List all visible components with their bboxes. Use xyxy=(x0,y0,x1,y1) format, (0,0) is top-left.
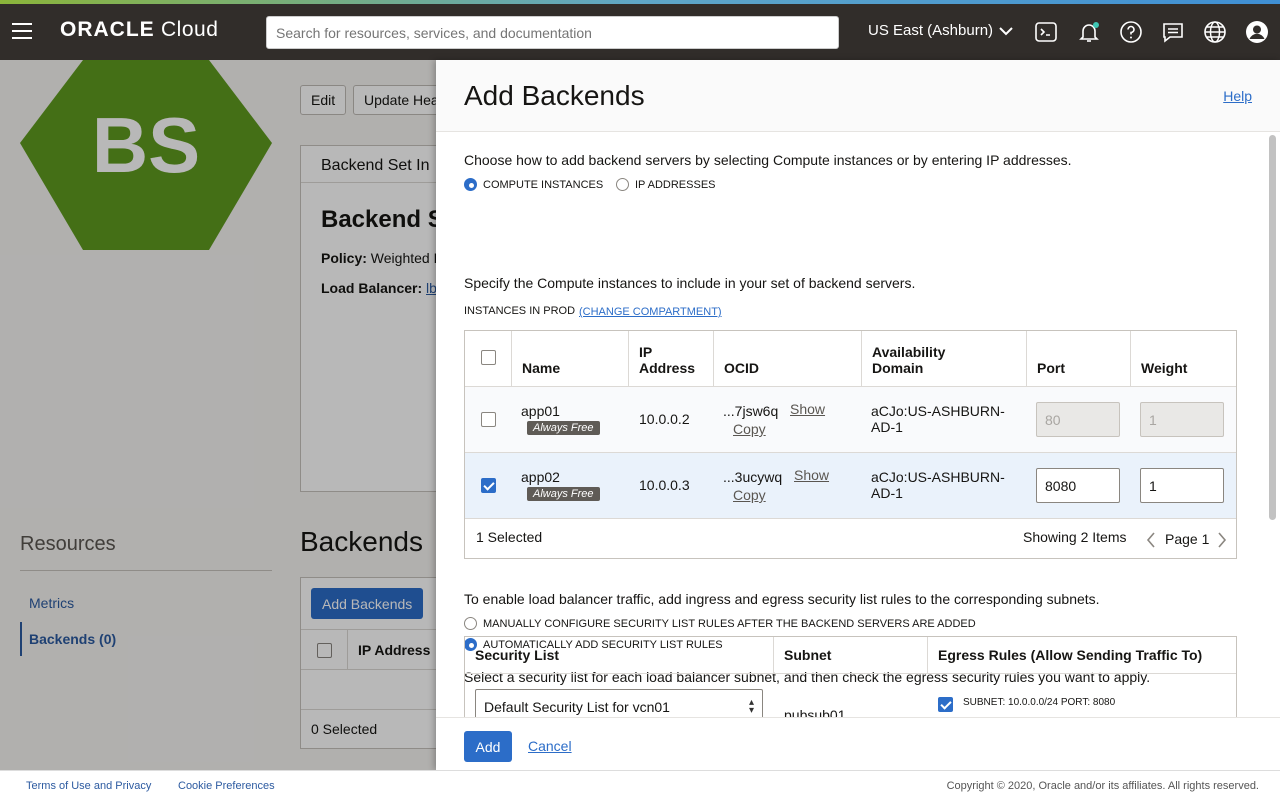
egress-rules-column-header: Egress Rules (Allow Sending Traffic To) xyxy=(928,637,1236,674)
select-arrows-icon: ▴ ▾ xyxy=(748,697,754,716)
page-footer: Terms of Use and Privacy Cookie Preferen… xyxy=(0,770,1280,800)
add-button[interactable]: Add xyxy=(464,731,512,762)
menu-icon[interactable] xyxy=(12,23,32,39)
security-table-viewport: Security List Subnet Egress Rules (Allow… xyxy=(436,132,1280,717)
user-profile-icon[interactable] xyxy=(1245,20,1269,44)
region-label: US East (Ashburn) xyxy=(868,22,994,39)
egress-rule-checkbox[interactable] xyxy=(938,697,953,712)
search-input[interactable] xyxy=(266,16,839,49)
panel-footer: Add Cancel xyxy=(436,717,1280,770)
subnet-name: pubsub01 xyxy=(784,707,846,717)
modal-backdrop[interactable] xyxy=(0,60,436,770)
cookie-preferences-link[interactable]: Cookie Preferences xyxy=(178,780,275,792)
panel-title: Add Backends xyxy=(464,80,645,111)
copyright-text: Copyright © 2020, Oracle and/or its affi… xyxy=(946,780,1259,792)
panel-scrollbar[interactable] xyxy=(1269,135,1276,520)
notifications-bell-icon[interactable] xyxy=(1077,20,1101,44)
security-list-select[interactable]: Default Security List for vcn01 ▴ ▾ xyxy=(475,689,763,717)
cloud-shell-icon[interactable] xyxy=(1034,20,1058,44)
cancel-link[interactable]: Cancel xyxy=(528,738,572,754)
region-selector[interactable]: US East (Ashburn) xyxy=(868,22,1013,39)
add-backends-panel: Add Backends Help Choose how to add back… xyxy=(436,60,1280,770)
security-list-table: Security List Subnet Egress Rules (Allow… xyxy=(464,636,1237,717)
oracle-cloud-logo[interactable]: ORACLE Cloud xyxy=(60,18,218,42)
terms-link[interactable]: Terms of Use and Privacy xyxy=(26,780,151,792)
subnet-column-header: Subnet xyxy=(774,637,928,674)
chat-feedback-icon[interactable] xyxy=(1161,20,1185,44)
help-link[interactable]: Help xyxy=(1223,88,1252,104)
help-icon[interactable] xyxy=(1119,20,1143,44)
security-list-column-header: Security List xyxy=(465,637,774,674)
panel-header: Add Backends Help xyxy=(436,60,1280,132)
chevron-down-icon xyxy=(999,26,1013,35)
language-globe-icon[interactable] xyxy=(1203,20,1227,44)
egress-rule-label: SUBNET: 10.0.0.0/24 PORT: 8080 xyxy=(963,697,1116,708)
top-navigation-bar: ORACLE Cloud US East (Ashburn) xyxy=(0,4,1280,60)
